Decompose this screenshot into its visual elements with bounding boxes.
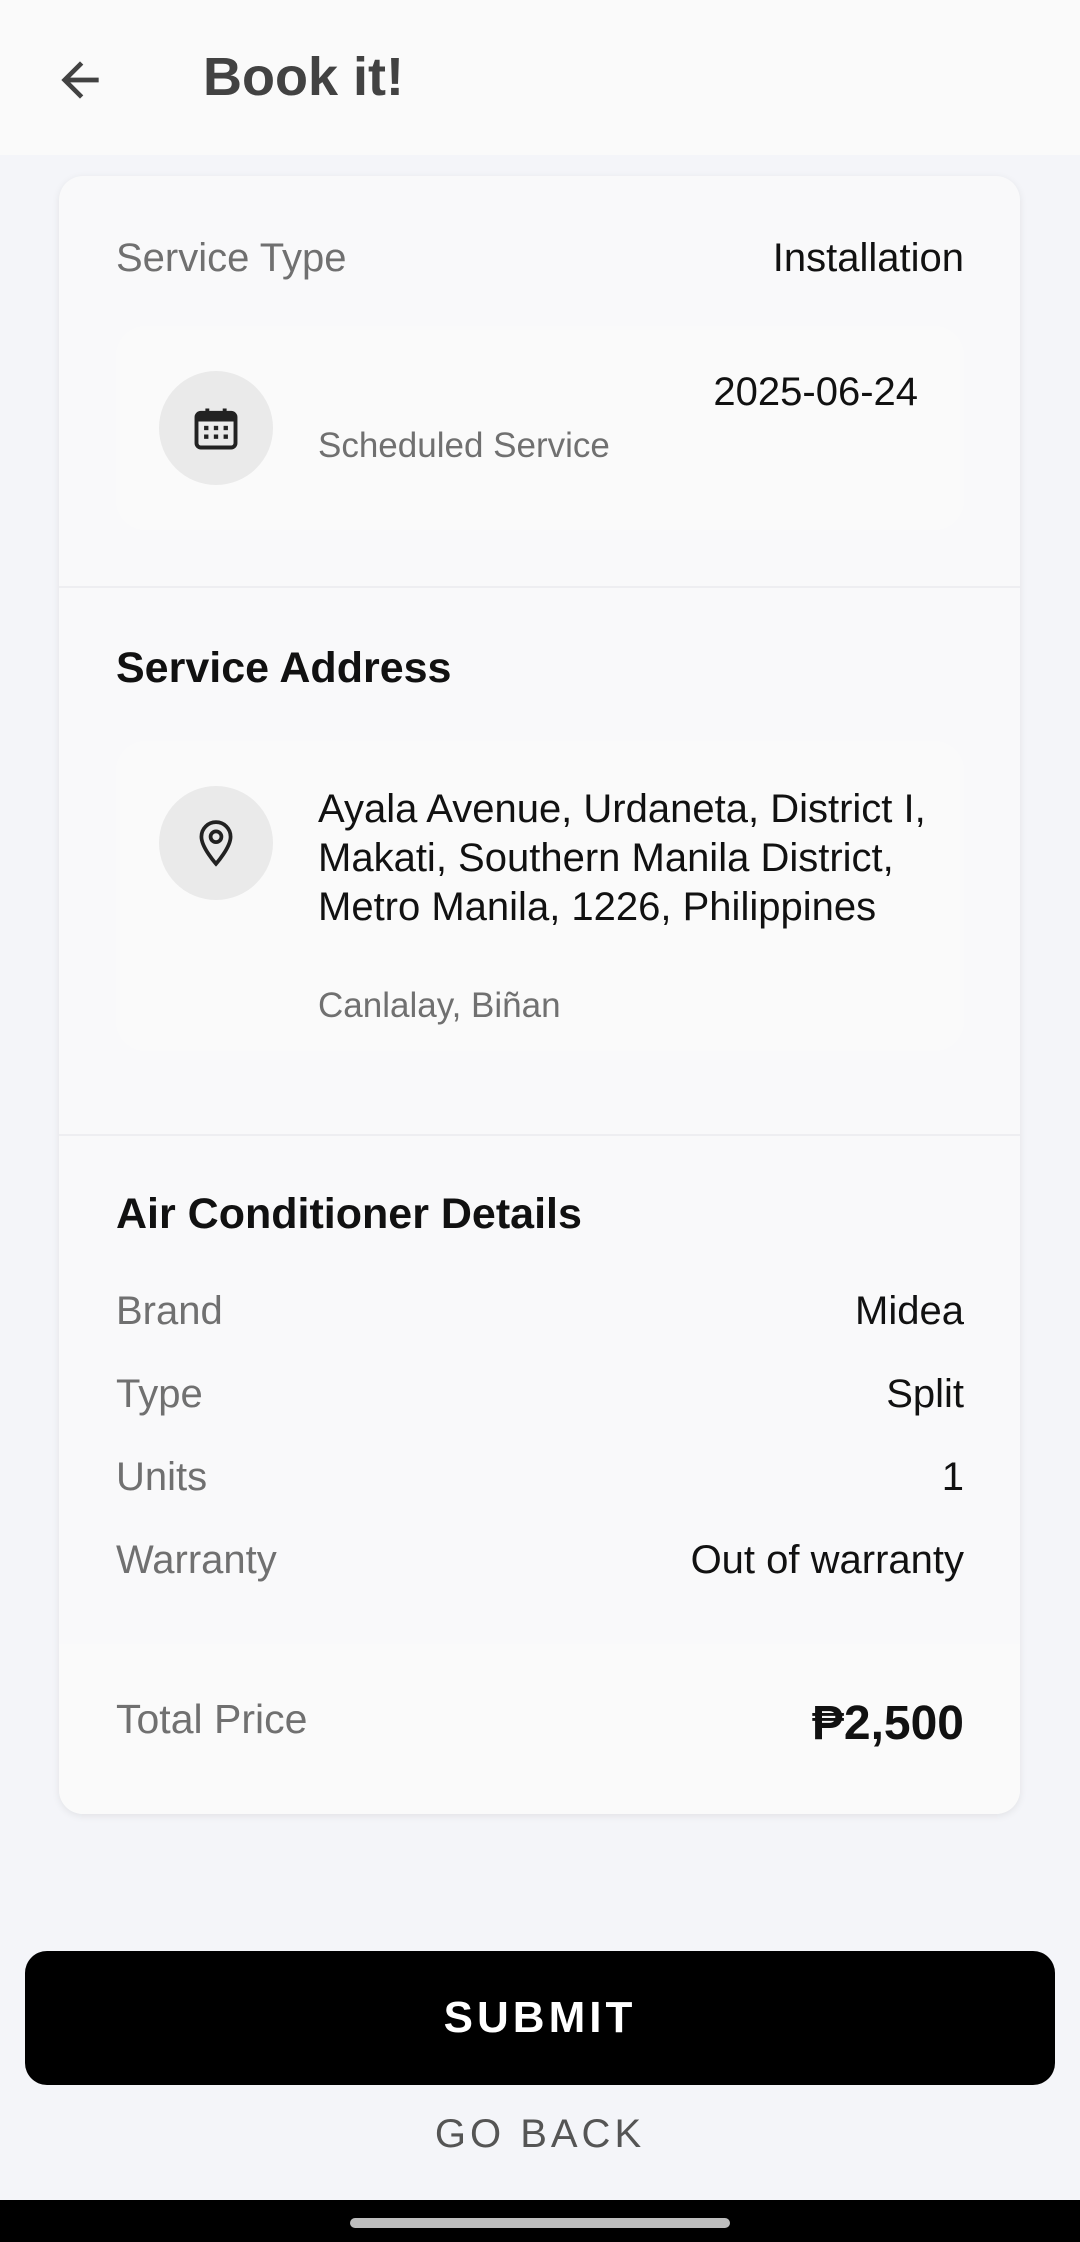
scheduled-service-label: Scheduled Service [318, 426, 610, 465]
ac-row-units: Units 1 [116, 1447, 964, 1507]
booking-summary-card: Service Type Installation 2025-06-24 Sch… [59, 176, 1020, 1814]
divider [59, 1134, 1020, 1136]
ac-row-brand: Brand Midea [116, 1281, 964, 1341]
address-box: Ayala Avenue, Urdaneta, District I, Maka… [116, 741, 964, 1051]
arrow-left-icon [61, 61, 99, 99]
system-nav-bar [0, 2200, 1080, 2242]
divider [59, 586, 1020, 588]
address-sub: Canlalay, Biñan [318, 986, 561, 1025]
map-pin-icon [199, 820, 233, 867]
ac-units-value: 1 [941, 1454, 964, 1499]
ac-warranty-value: Out of warranty [690, 1537, 964, 1582]
ac-row-warranty: Warranty Out of warranty [116, 1530, 964, 1590]
ac-type-label: Type [116, 1371, 203, 1416]
go-back-button[interactable]: GO BACK [340, 2104, 740, 2164]
ac-type-value: Split [886, 1371, 964, 1416]
ac-units-label: Units [116, 1454, 208, 1499]
ac-details-heading: Air Conditioner Details [116, 1190, 582, 1238]
back-button[interactable] [40, 40, 120, 120]
ac-brand-value: Midea [855, 1288, 964, 1333]
ac-brand-label: Brand [116, 1288, 223, 1333]
calendar-icon [194, 408, 238, 450]
service-type-value: Installation [772, 235, 964, 280]
app-bar: Book it! [0, 0, 1080, 155]
service-address-heading: Service Address [116, 644, 452, 692]
address-main: Ayala Avenue, Urdaneta, District I, Maka… [318, 787, 926, 929]
total-price-value: ₱2,500 [811, 1697, 964, 1750]
service-type-label: Service Type [116, 235, 347, 280]
scheduled-date: 2025-06-24 [713, 370, 918, 414]
home-indicator[interactable] [350, 2218, 730, 2228]
ac-row-type: Type Split [116, 1364, 964, 1424]
submit-button[interactable]: SUBMIT [25, 1951, 1055, 2085]
total-price-label: Total Price [116, 1696, 308, 1742]
service-type-row: Service Type Installation [116, 228, 964, 288]
page-title: Book it! [203, 47, 404, 107]
location-icon-circle [159, 786, 273, 900]
schedule-box: 2025-06-24 Scheduled Service [116, 326, 964, 530]
ac-warranty-label: Warranty [116, 1537, 277, 1582]
total-price-section: Total Price ₱2,500 [59, 1644, 1020, 1814]
calendar-icon-circle [159, 371, 273, 485]
